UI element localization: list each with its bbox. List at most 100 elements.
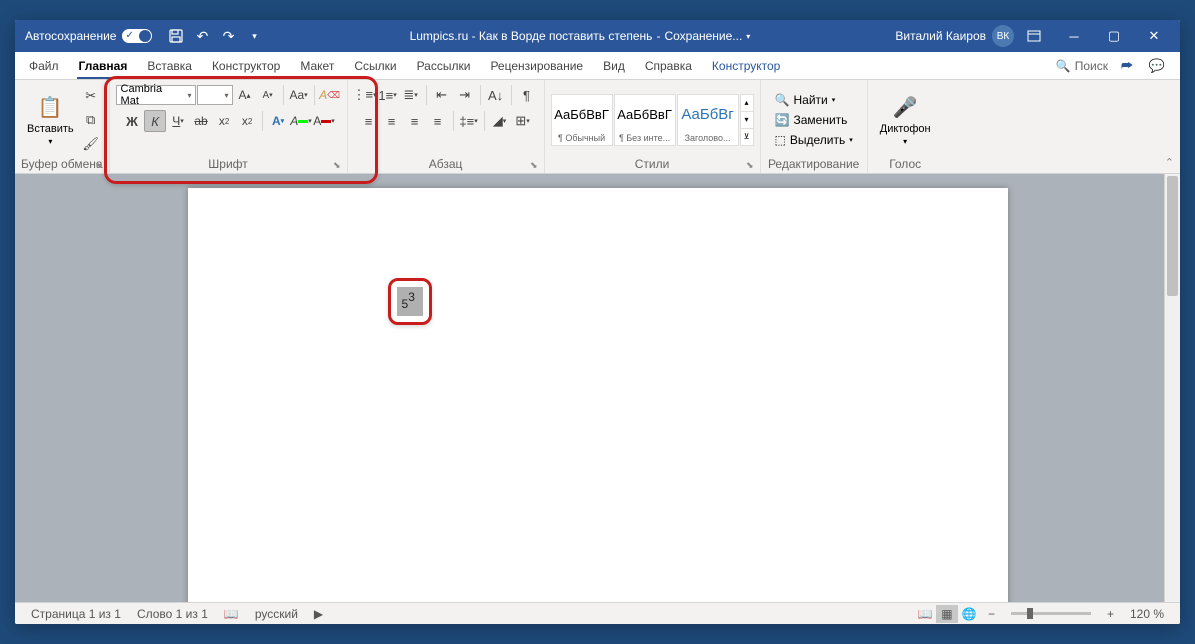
strike-button[interactable]: ab [190, 110, 212, 132]
styles-up-icon[interactable]: ▴ [741, 95, 753, 112]
sort-icon[interactable]: A↓ [485, 84, 507, 106]
highlight-color-icon[interactable]: A▾ [290, 110, 312, 132]
toggle-switch[interactable]: ✓ [122, 29, 152, 43]
document-area: 53 [15, 174, 1180, 602]
style-normal[interactable]: АаБбВвГ ¶ Обычный [551, 94, 613, 146]
text-effects-icon[interactable]: A▾ [267, 110, 289, 132]
comments-icon[interactable]: 💬 [1146, 55, 1168, 77]
tab-mailings[interactable]: Рассылки [407, 52, 481, 79]
font-launcher-icon[interactable]: ⬊ [333, 160, 341, 171]
tab-review[interactable]: Рецензирование [480, 52, 593, 79]
save-icon[interactable] [166, 26, 186, 46]
borders-icon[interactable]: ⊞▾ [512, 110, 534, 132]
quick-access-toolbar: ↶ ↷ ▾ [166, 26, 264, 46]
underline-button[interactable]: Ч▾ [167, 110, 189, 132]
paragraph-launcher-icon[interactable]: ⬊ [530, 160, 538, 171]
replace-icon: 🔄 [775, 113, 790, 127]
zoom-slider[interactable] [1011, 612, 1091, 615]
minimize-icon[interactable]: ─ [1054, 20, 1094, 52]
justify-icon[interactable]: ≡ [427, 110, 449, 132]
equation-selection[interactable]: 53 [397, 287, 423, 316]
font-size-input[interactable] [197, 85, 233, 105]
tab-view[interactable]: Вид [593, 52, 635, 79]
styles-down-icon[interactable]: ▾ [741, 112, 753, 129]
word-count[interactable]: Слово 1 из 1 [129, 607, 216, 621]
search-box[interactable]: 🔍 Поиск [1056, 59, 1108, 73]
styles-more-icon[interactable]: ⊻ [741, 129, 753, 145]
tab-equation-constructor[interactable]: Конструктор [702, 52, 790, 79]
style-heading1[interactable]: АаБбВг Заголово... [677, 94, 739, 146]
increase-indent-icon[interactable]: ⇥ [454, 84, 476, 106]
font-label: Шрифт [208, 157, 247, 171]
tab-insert[interactable]: Вставка [137, 52, 202, 79]
multilevel-icon[interactable]: ≣▾ [400, 84, 422, 106]
align-right-icon[interactable]: ≡ [404, 110, 426, 132]
maximize-icon[interactable]: ▢ [1094, 20, 1134, 52]
autosave-toggle[interactable]: Автосохранение ✓ [25, 29, 152, 43]
tab-file[interactable]: Файл [19, 52, 69, 79]
align-left-icon[interactable]: ≡ [358, 110, 380, 132]
styles-label: Стили [635, 157, 670, 171]
tab-constructor[interactable]: Конструктор [202, 52, 290, 79]
print-layout-icon[interactable]: ▦ [936, 605, 958, 623]
styles-launcher-icon[interactable]: ⬊ [746, 160, 754, 171]
font-color-icon[interactable]: A▾ [313, 110, 335, 132]
change-case-icon[interactable]: Aa▾ [288, 84, 310, 106]
increase-font-icon[interactable]: A▴ [234, 84, 256, 106]
copy-icon[interactable]: ⧉ [80, 109, 102, 131]
show-marks-icon[interactable]: ¶ [516, 84, 538, 106]
redo-icon[interactable]: ↷ [218, 26, 238, 46]
share-icon[interactable]: ⮫ [1116, 55, 1138, 77]
spellcheck-icon[interactable]: 📖 [216, 607, 247, 621]
clear-format-icon[interactable]: A⌫ [319, 84, 341, 106]
numbering-icon[interactable]: 1≡▾ [377, 84, 399, 106]
document-title: Lumpics.ru - Как в Ворде поставить степе… [264, 29, 895, 43]
superscript-button[interactable]: x2 [236, 110, 258, 132]
format-painter-icon[interactable]: 🖌 [80, 133, 102, 155]
ribbon-display-icon[interactable] [1014, 20, 1054, 52]
language-status[interactable]: русский [247, 607, 306, 621]
tab-layout[interactable]: Макет [290, 52, 344, 79]
paragraph-label: Абзац [429, 157, 463, 171]
styles-scroll: ▴ ▾ ⊻ [740, 94, 754, 146]
bullets-icon[interactable]: ⋮≡▾ [354, 84, 376, 106]
macro-icon[interactable]: ▶ [306, 607, 331, 621]
collapse-ribbon-icon[interactable]: ⌃ [1165, 156, 1174, 169]
clipboard-launcher-icon[interactable]: ⬊ [95, 160, 103, 171]
decrease-indent-icon[interactable]: ⇤ [431, 84, 453, 106]
line-spacing-icon[interactable]: ‡≡▾ [458, 110, 480, 132]
vertical-scrollbar[interactable] [1164, 174, 1180, 602]
find-button[interactable]: 🔍Найти▾ [771, 91, 857, 109]
subscript-button[interactable]: x2 [213, 110, 235, 132]
paste-button[interactable]: 📋 Вставить ▾ [21, 91, 80, 148]
bold-button[interactable]: Ж [121, 110, 143, 132]
read-mode-icon[interactable]: 📖 [914, 605, 936, 623]
select-button[interactable]: ⬚Выделить▾ [771, 131, 857, 149]
zoom-level[interactable]: 120 % [1122, 607, 1172, 621]
select-icon: ⬚ [775, 133, 786, 147]
replace-button[interactable]: 🔄Заменить [771, 111, 857, 129]
zoom-in-icon[interactable]: + [1099, 607, 1122, 621]
cut-icon[interactable]: ✂ [80, 85, 102, 107]
web-layout-icon[interactable]: 🌐 [958, 605, 980, 623]
page-status[interactable]: Страница 1 из 1 [23, 607, 129, 621]
font-name-input[interactable]: Cambria Mat [116, 85, 196, 105]
group-font: Cambria Mat A▴ A▾ Aa▾ A⌫ Ж К Ч▾ ab x2 x2 [110, 80, 348, 173]
zoom-out-icon[interactable]: − [980, 607, 1003, 621]
shading-icon[interactable]: ◢▾ [489, 110, 511, 132]
decrease-font-icon[interactable]: A▾ [257, 84, 279, 106]
user-account[interactable]: Виталий Каиров ВК [895, 25, 1014, 47]
tab-help[interactable]: Справка [635, 52, 702, 79]
close-icon[interactable]: ✕ [1134, 20, 1174, 52]
style-no-spacing[interactable]: АаБбВвГ ¶ Без инте... [614, 94, 676, 146]
italic-button[interactable]: К [144, 110, 166, 132]
dictate-button[interactable]: 🎤 Диктофон ▾ [874, 91, 937, 148]
group-paragraph: ⋮≡▾ 1≡▾ ≣▾ ⇤ ⇥ A↓ ¶ ≡ ≡ ≡ ≡ [348, 80, 545, 173]
page[interactable]: 53 [188, 188, 1008, 602]
qat-dropdown-icon[interactable]: ▾ [244, 26, 264, 46]
tab-references[interactable]: Ссылки [344, 52, 406, 79]
scrollbar-thumb[interactable] [1167, 176, 1178, 296]
undo-icon[interactable]: ↶ [192, 26, 212, 46]
tab-home[interactable]: Главная [69, 52, 138, 79]
align-center-icon[interactable]: ≡ [381, 110, 403, 132]
